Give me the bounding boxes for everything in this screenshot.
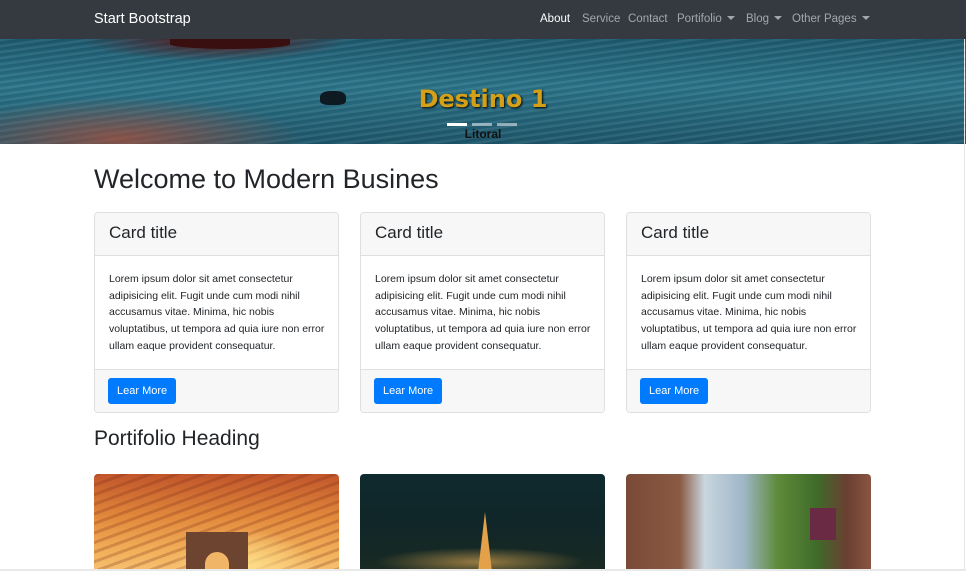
card-text: Lorem ipsum dolor sit amet consectetur a…: [641, 273, 857, 352]
nav-dropdown-label: Other Pages: [792, 13, 857, 25]
card-footer: Lear More: [627, 369, 870, 412]
nav-link-contact[interactable]: Contact: [628, 12, 668, 26]
page-edge: [964, 39, 965, 571]
nav-dropdown-blog[interactable]: Blog: [746, 12, 783, 26]
card: Card title Lorem ipsum dolor sit amet co…: [626, 212, 871, 413]
caret-down-icon: [861, 16, 870, 20]
card-title: Card title: [361, 213, 604, 256]
nav-dropdown-portifolio[interactable]: Portifolio: [677, 12, 735, 26]
nav-dropdown-label: Portifolio: [677, 13, 722, 25]
hero-carousel[interactable]: Destino 1 Litoral: [0, 39, 966, 144]
navbar: Start Bootstrap About Service Contact Po…: [0, 0, 966, 39]
nav-link-about[interactable]: About: [540, 12, 570, 26]
card-title: Card title: [627, 213, 870, 256]
portfolio-heading: Portifolio Heading: [94, 427, 260, 450]
carousel-indicator-2[interactable]: [472, 123, 492, 126]
card-title: Card title: [95, 213, 338, 256]
nav-dropdown-label: Blog: [746, 13, 770, 25]
tower-shape: [478, 512, 492, 571]
learn-more-button[interactable]: Lear More: [108, 378, 177, 404]
card-footer: Lear More: [361, 369, 604, 412]
arc-de-triomphe-sunset-image[interactable]: [94, 474, 339, 571]
nav-link-service[interactable]: Service: [582, 12, 620, 26]
card: Card title Lorem ipsum dolor sit amet co…: [360, 212, 605, 413]
card-footer: Lear More: [95, 369, 338, 412]
caret-down-icon: [726, 16, 735, 20]
eiffel-tower-night-image[interactable]: [360, 474, 605, 571]
card-text: Lorem ipsum dolor sit amet consectetur a…: [375, 273, 591, 352]
arch-shape: [186, 532, 248, 571]
learn-more-button[interactable]: Lear More: [374, 378, 443, 404]
card-text: Lorem ipsum dolor sit amet consectetur a…: [109, 273, 325, 352]
nav-dropdown-other-pages[interactable]: Other Pages: [792, 12, 870, 26]
card: Card title Lorem ipsum dolor sit amet co…: [94, 212, 339, 413]
village-street-image[interactable]: [626, 474, 871, 571]
navbar-brand[interactable]: Start Bootstrap: [94, 10, 191, 28]
slide-subtitle: Litoral: [464, 127, 502, 141]
carousel-indicator-3[interactable]: [497, 123, 517, 126]
boat-hull-image: [170, 39, 290, 49]
caret-down-icon: [774, 16, 783, 20]
page-title: Welcome to Modern Busines: [94, 164, 439, 194]
learn-more-button[interactable]: Lear More: [640, 378, 709, 404]
slide-title: Destino 1: [418, 85, 548, 113]
street-sign-shape: [810, 508, 836, 540]
carousel-indicator-1[interactable]: [447, 123, 467, 126]
